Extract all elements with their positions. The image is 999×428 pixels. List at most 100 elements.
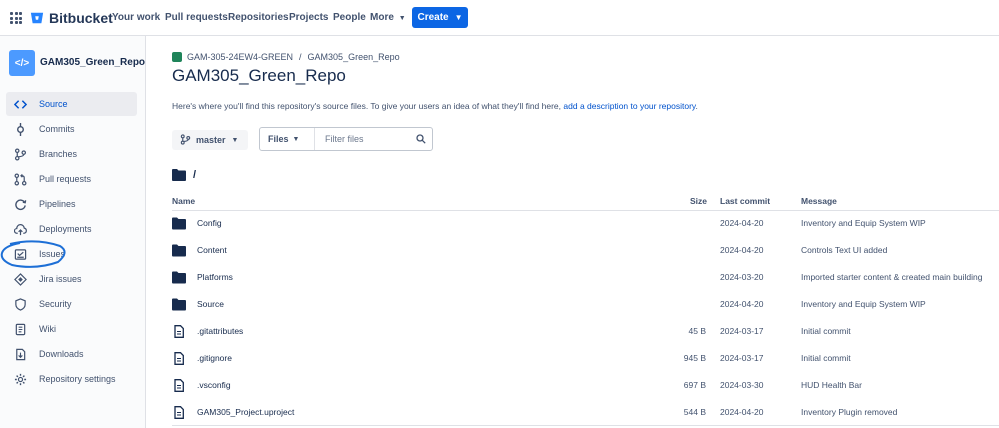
sidebar-item-deployments[interactable]: Deployments <box>6 217 137 241</box>
table-row[interactable]: .gitattributes 45 B 2024-03-17 Initial c… <box>172 318 999 345</box>
bitbucket-logo[interactable]: Bitbucket <box>30 10 113 26</box>
sidebar-item-pull-requests[interactable]: Pull requests <box>6 167 137 191</box>
row-size: 697 B <box>683 380 706 390</box>
code-icon <box>13 97 27 111</box>
file-icon <box>174 406 184 419</box>
row-date: 2024-04-20 <box>720 218 764 228</box>
branch-selector[interactable]: master ▼ <box>172 130 248 150</box>
row-date: 2024-03-17 <box>720 353 764 363</box>
sidebar-item-label: Jira issues <box>39 274 82 284</box>
chevron-down-icon: ▼ <box>292 135 300 143</box>
breadcrumb-repo[interactable]: GAM305_Green_Repo <box>308 52 400 62</box>
files-select-label: Files <box>268 134 289 144</box>
sidebar-item-source[interactable]: Source <box>6 92 137 116</box>
branch-icon <box>180 133 191 147</box>
description-text: Here's where you'll find this repository… <box>172 101 562 111</box>
sidebar-item-pipelines[interactable]: Pipelines <box>6 192 137 216</box>
sidebar-item-commits[interactable]: Commits <box>6 117 137 141</box>
sidebar-item-label: Source <box>39 99 68 109</box>
row-message: Imported starter content & created main … <box>801 272 983 282</box>
cloud-upload-icon <box>13 222 27 236</box>
nav-pull-requests[interactable]: Pull requests <box>165 12 228 23</box>
sidebar-item-label: Deployments <box>39 224 92 234</box>
folder-icon <box>172 244 186 257</box>
table-row[interactable]: Platforms 2024-03-20 Imported starter co… <box>172 264 999 291</box>
create-button[interactable]: Create ▼ <box>412 7 468 28</box>
sidebar-item-label: Pull requests <box>39 174 92 184</box>
sidebar-item-label: Security <box>39 299 72 309</box>
nav-your-work[interactable]: Your work <box>112 12 160 23</box>
file-icon <box>174 379 184 392</box>
sidebar-item-wiki[interactable]: Wiki <box>6 317 137 341</box>
repo-avatar[interactable]: </> <box>9 50 35 76</box>
sidebar-item-branches[interactable]: Branches <box>6 142 137 166</box>
gear-icon <box>13 372 27 386</box>
sidebar-item-label: Wiki <box>39 324 56 334</box>
header-last-commit[interactable]: Last commit <box>720 196 770 206</box>
sidebar-item-repository-settings[interactable]: Repository settings <box>6 367 137 391</box>
path-text: / <box>193 169 197 181</box>
annotation-circle <box>0 240 66 268</box>
shield-icon <box>13 297 27 311</box>
row-name[interactable]: .gitattributes <box>197 326 243 336</box>
row-name[interactable]: .vsconfig <box>197 380 231 390</box>
row-name[interactable]: .gitignore <box>197 353 232 363</box>
header-size[interactable]: Size <box>690 196 707 206</box>
pipelines-icon <box>13 197 27 211</box>
breadcrumb-separator: / <box>299 52 302 62</box>
nav-repositories[interactable]: Repositories <box>228 12 289 23</box>
nav-projects[interactable]: Projects <box>289 12 328 23</box>
table-row[interactable]: Content 2024-04-20 Controls Text UI adde… <box>172 237 999 264</box>
sidebar-item-label: Repository settings <box>39 374 116 384</box>
row-date: 2024-04-20 <box>720 245 764 255</box>
table-row[interactable]: Source 2024-04-20 Inventory and Equip Sy… <box>172 291 999 318</box>
nav-people[interactable]: People <box>333 12 366 23</box>
search-icon[interactable] <box>416 134 426 144</box>
table-row[interactable]: GAM305_Project.uproject 544 B 2024-04-20… <box>172 399 999 426</box>
page-title: GAM305_Green_Repo <box>172 66 346 85</box>
bitbucket-logo-icon <box>30 12 44 24</box>
table-row[interactable]: .gitignore 945 B 2024-03-17 Initial comm… <box>172 345 999 372</box>
breadcrumb-project[interactable]: GAM-305-24EW4-GREEN <box>187 52 293 62</box>
create-button-label: Create <box>417 12 449 23</box>
row-name[interactable]: Config <box>197 218 222 228</box>
breadcrumb: GAM-305-24EW4-GREEN / GAM305_Green_Repo <box>172 52 400 62</box>
repo-name[interactable]: GAM305_Green_Repo <box>40 57 145 68</box>
folder-icon <box>172 271 186 284</box>
sidebar-item-security[interactable]: Security <box>6 292 137 316</box>
sidebar-item-downloads[interactable]: Downloads <box>6 342 137 366</box>
folder-icon <box>172 298 186 311</box>
header-message[interactable]: Message <box>801 196 837 206</box>
filter-files-input[interactable] <box>323 133 423 145</box>
row-size: 45 B <box>688 326 707 336</box>
add-description-link[interactable]: add a description to your repository <box>563 101 695 111</box>
sidebar-item-label: Commits <box>39 124 75 134</box>
app-switcher-icon[interactable] <box>10 12 22 24</box>
sidebar: </> GAM305_Green_Repo Source Commits Bra… <box>0 36 146 428</box>
row-name[interactable]: Platforms <box>197 272 233 282</box>
table-bottom-divider <box>172 425 999 426</box>
table-row[interactable]: .vsconfig 697 B 2024-03-30 HUD Health Ba… <box>172 372 999 399</box>
sidebar-item-jira-issues[interactable]: Jira issues <box>6 267 137 291</box>
row-date: 2024-03-30 <box>720 380 764 390</box>
download-icon <box>13 347 27 361</box>
table-header: Name Size Last commit Message <box>172 190 999 211</box>
current-path: / <box>172 169 196 181</box>
row-date: 2024-04-20 <box>720 299 764 309</box>
file-icon <box>174 352 184 365</box>
branch-icon <box>13 147 27 161</box>
sidebar-item-label: Branches <box>39 149 78 159</box>
files-type-select[interactable]: Files ▼ <box>260 128 315 150</box>
wiki-icon <box>13 322 27 336</box>
files-filter: Files ▼ <box>259 127 433 151</box>
row-name[interactable]: Source <box>197 299 224 309</box>
row-name[interactable]: GAM305_Project.uproject <box>197 407 294 417</box>
file-icon <box>174 325 184 338</box>
header-name[interactable]: Name <box>172 196 195 206</box>
row-message: Inventory Plugin removed <box>801 407 898 417</box>
table-row[interactable]: Config 2024-04-20 Inventory and Equip Sy… <box>172 210 999 237</box>
row-name[interactable]: Content <box>197 245 227 255</box>
repo-description: Here's where you'll find this repository… <box>172 101 698 111</box>
row-date: 2024-03-17 <box>720 326 764 336</box>
nav-more[interactable]: More ▼ <box>370 12 406 23</box>
